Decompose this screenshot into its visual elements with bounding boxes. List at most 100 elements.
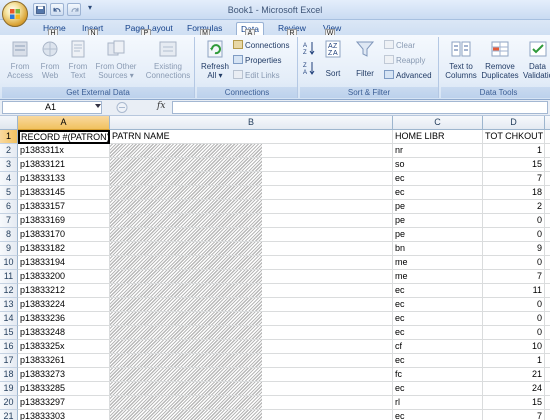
cell-record-number[interactable]: p13833236: [18, 312, 110, 326]
insert-function-icon[interactable]: fx: [157, 101, 165, 111]
cell-total-checkouts[interactable]: 24: [483, 382, 545, 396]
cell-patron-name[interactable]: [110, 200, 393, 214]
filter-button[interactable]: Filter: [352, 39, 378, 78]
cell-total-checkouts[interactable]: 7: [483, 270, 545, 284]
cell-home-library[interactable]: ec: [393, 354, 483, 368]
cell-total-checkouts[interactable]: 7: [483, 410, 545, 420]
cell-patron-name[interactable]: [110, 298, 393, 312]
cell-empty[interactable]: [545, 186, 550, 200]
cell-total-checkouts[interactable]: 15: [483, 158, 545, 172]
cell-empty[interactable]: [545, 340, 550, 354]
text-to-columns-button[interactable]: Text to Columns: [443, 39, 479, 80]
cell-home-library[interactable]: ec: [393, 326, 483, 340]
cell-empty[interactable]: [545, 228, 550, 242]
column-header-a[interactable]: A: [18, 116, 110, 130]
cell-record-number[interactable]: p13833157: [18, 200, 110, 214]
from-web-button[interactable]: From Web: [36, 39, 64, 80]
select-all-corner[interactable]: [0, 116, 18, 130]
row-header[interactable]: 8: [0, 228, 18, 242]
cell-home-library[interactable]: HOME LIBR: [393, 130, 483, 144]
cell-total-checkouts[interactable]: 9: [483, 242, 545, 256]
cell-empty[interactable]: [545, 144, 550, 158]
cell-patron-name[interactable]: [110, 312, 393, 326]
row-header[interactable]: 4: [0, 172, 18, 186]
column-header-c[interactable]: C: [393, 116, 483, 130]
cell-patron-name[interactable]: [110, 228, 393, 242]
cell-home-library[interactable]: me: [393, 270, 483, 284]
cell-home-library[interactable]: rl: [393, 396, 483, 410]
cell-total-checkouts[interactable]: 1: [483, 354, 545, 368]
cell-patron-name[interactable]: [110, 326, 393, 340]
column-header-e[interactable]: [545, 116, 550, 130]
cell-empty[interactable]: [545, 270, 550, 284]
cell-empty[interactable]: [545, 382, 550, 396]
row-header[interactable]: 20: [0, 396, 18, 410]
from-other-sources-button[interactable]: From Other Sources ▾: [92, 39, 140, 80]
cell-total-checkouts[interactable]: 21: [483, 368, 545, 382]
row-header[interactable]: 3: [0, 158, 18, 172]
row-header[interactable]: 1: [0, 130, 18, 144]
cell-record-number[interactable]: p13833169: [18, 214, 110, 228]
cell-empty[interactable]: [545, 326, 550, 340]
row-header[interactable]: 5: [0, 186, 18, 200]
cell-patron-name[interactable]: [110, 172, 393, 186]
cell-record-number[interactable]: p13833121: [18, 158, 110, 172]
cell-home-library[interactable]: ec: [393, 312, 483, 326]
sort-z-to-a-button[interactable]: ZA: [303, 61, 315, 78]
office-button[interactable]: [2, 1, 28, 27]
cell-patron-name[interactable]: [110, 284, 393, 298]
cell-total-checkouts[interactable]: 15: [483, 396, 545, 410]
cell-home-library[interactable]: nr: [393, 144, 483, 158]
cell-record-number[interactable]: p13833303: [18, 410, 110, 420]
cell-patron-name[interactable]: [110, 354, 393, 368]
name-box[interactable]: A1: [2, 101, 102, 114]
cell-patron-name[interactable]: [110, 242, 393, 256]
cell-total-checkouts[interactable]: 0: [483, 256, 545, 270]
formula-input[interactable]: [172, 101, 548, 114]
cell-empty[interactable]: [545, 158, 550, 172]
row-header[interactable]: 16: [0, 340, 18, 354]
properties-button[interactable]: Properties: [233, 55, 281, 66]
cell-total-checkouts[interactable]: 0: [483, 326, 545, 340]
from-text-button[interactable]: From Text: [64, 39, 92, 80]
cell-home-library[interactable]: ec: [393, 172, 483, 186]
sort-a-to-z-button[interactable]: AZ: [303, 41, 315, 58]
cell-patron-name[interactable]: [110, 410, 393, 420]
cell-record-number[interactable]: p13833170: [18, 228, 110, 242]
cell-total-checkouts[interactable]: 0: [483, 214, 545, 228]
cell-home-library[interactable]: cf: [393, 340, 483, 354]
row-header[interactable]: 12: [0, 284, 18, 298]
cell-record-number[interactable]: p13833212: [18, 284, 110, 298]
cell-empty[interactable]: [545, 284, 550, 298]
cell-total-checkouts[interactable]: TOT CHKOUT: [483, 130, 545, 144]
cell-total-checkouts[interactable]: 18: [483, 186, 545, 200]
cell-empty[interactable]: [545, 256, 550, 270]
cell-patron-name[interactable]: [110, 158, 393, 172]
cell-record-number[interactable]: p13833297: [18, 396, 110, 410]
cell-total-checkouts[interactable]: 10: [483, 340, 545, 354]
cell-patron-name[interactable]: [110, 340, 393, 354]
row-header[interactable]: 13: [0, 298, 18, 312]
row-header[interactable]: 15: [0, 326, 18, 340]
cell-empty[interactable]: [545, 214, 550, 228]
cell-home-library[interactable]: ec: [393, 186, 483, 200]
cell-patron-name[interactable]: [110, 396, 393, 410]
cell-total-checkouts[interactable]: 0: [483, 228, 545, 242]
cell-home-library[interactable]: pe: [393, 228, 483, 242]
cell-record-number[interactable]: p13833200: [18, 270, 110, 284]
cell-home-library[interactable]: pe: [393, 214, 483, 228]
cell-record-number[interactable]: p13833182: [18, 242, 110, 256]
refresh-all-button[interactable]: Refresh All ▾: [199, 39, 231, 80]
cell-patron-name[interactable]: [110, 256, 393, 270]
data-validation-button[interactable]: Data Validation: [521, 39, 550, 80]
cell-home-library[interactable]: ec: [393, 382, 483, 396]
row-header[interactable]: 9: [0, 242, 18, 256]
cell-empty[interactable]: [545, 242, 550, 256]
reapply-button[interactable]: Reapply: [384, 55, 425, 66]
cell-empty[interactable]: [545, 312, 550, 326]
cell-record-number[interactable]: p13833224: [18, 298, 110, 312]
edit-links-button[interactable]: Edit Links: [233, 70, 280, 81]
cell-home-library[interactable]: ec: [393, 410, 483, 420]
column-header-d[interactable]: D: [483, 116, 545, 130]
advanced-filter-button[interactable]: Advanced: [384, 70, 432, 81]
